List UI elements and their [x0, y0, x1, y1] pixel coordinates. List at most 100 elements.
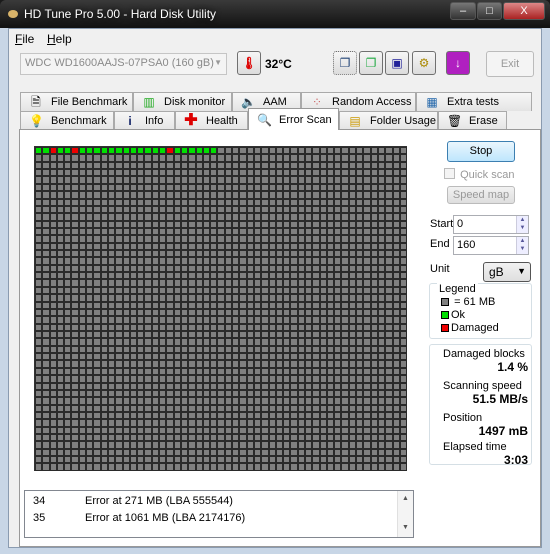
- block-unscanned: [326, 404, 335, 412]
- maximize-button[interactable]: □: [477, 2, 502, 20]
- tab-file-benchmark[interactable]: 🗎 File Benchmark: [20, 92, 133, 111]
- start-spinner[interactable]: ▲ ▼: [516, 216, 528, 233]
- block-unscanned: [268, 169, 276, 177]
- block-unscanned: [49, 345, 57, 354]
- copy-screenshot-button[interactable]: ❐: [359, 51, 383, 75]
- close-button[interactable]: X: [503, 2, 545, 20]
- block-unscanned: [42, 434, 50, 442]
- block-unscanned: [290, 183, 298, 192]
- block-unscanned: [232, 338, 240, 346]
- block-unscanned: [151, 183, 160, 192]
- block-unscanned: [326, 205, 335, 214]
- block-unscanned: [210, 169, 218, 177]
- options-icon: ⚙: [418, 56, 430, 70]
- block-unscanned: [210, 382, 218, 390]
- block-unscanned: [304, 330, 313, 339]
- block-unscanned: [239, 397, 247, 405]
- block-unscanned: [144, 353, 152, 361]
- copy-info-button[interactable]: ❐: [333, 51, 357, 75]
- block-unscanned: [268, 308, 276, 317]
- block-unscanned: [356, 375, 364, 383]
- block-unscanned: [122, 264, 130, 273]
- block-unscanned: [275, 191, 284, 199]
- block-unscanned: [100, 330, 108, 339]
- block-unscanned: [326, 389, 335, 398]
- scroll-up-icon[interactable]: ▲: [398, 495, 413, 502]
- block-unscanned: [370, 242, 378, 251]
- tab-extra-tests[interactable]: ▦ Extra tests: [416, 92, 532, 111]
- menu-help[interactable]: Help: [47, 32, 72, 46]
- block-unscanned: [224, 294, 233, 302]
- block-unscanned: [195, 345, 203, 354]
- block-unscanned: [122, 338, 130, 346]
- block-unscanned: [100, 389, 108, 398]
- block-unscanned: [275, 272, 284, 280]
- block-unscanned: [399, 316, 408, 324]
- save-button[interactable]: ▣: [385, 51, 409, 75]
- block-unscanned: [392, 242, 400, 251]
- block-unscanned: [253, 382, 262, 390]
- block-unscanned: [100, 205, 108, 214]
- block-unscanned: [224, 426, 233, 435]
- block-unscanned: [246, 161, 254, 170]
- block-unscanned: [210, 448, 218, 457]
- block-unscanned: [370, 205, 378, 214]
- block-unscanned: [210, 411, 218, 420]
- minimize-button[interactable]: ‒: [450, 2, 476, 20]
- block-unscanned: [71, 426, 79, 435]
- block-unscanned: [159, 176, 167, 184]
- block-unscanned: [377, 294, 386, 302]
- exit-button[interactable]: Exit: [486, 51, 534, 77]
- tab-error-scan[interactable]: 🔍 Error Scan: [248, 108, 339, 130]
- scroll-down-icon[interactable]: ▼: [398, 524, 413, 531]
- options-button[interactable]: ⚙: [412, 51, 436, 75]
- block-unscanned: [283, 448, 291, 457]
- tab-folder-usage[interactable]: ▤ Folder Usage: [339, 111, 438, 130]
- tab-info[interactable]: i Info: [114, 111, 175, 130]
- menu-file[interactable]: File: [15, 32, 34, 46]
- start-input[interactable]: 0 ▲ ▼: [453, 215, 529, 234]
- block-unscanned: [348, 242, 357, 251]
- tab-health[interactable]: ✚ Health: [175, 111, 248, 130]
- position-stat: Position 1497 mB: [443, 412, 528, 438]
- block-unscanned: [42, 250, 50, 258]
- block-unscanned: [56, 169, 65, 177]
- block-unscanned: [348, 176, 357, 184]
- block-unscanned: [232, 323, 240, 331]
- block-unscanned: [246, 411, 254, 420]
- block-unscanned: [246, 220, 254, 228]
- block-unscanned: [86, 257, 94, 265]
- block-unscanned: [297, 345, 305, 354]
- error-log: 34 Error at 271 MB (LBA 555544) 35 Error a…: [24, 490, 414, 538]
- block-unscanned: [56, 191, 65, 199]
- block-unscanned: [180, 434, 189, 442]
- end-input[interactable]: 160 ▲ ▼: [453, 236, 529, 255]
- block-unscanned: [356, 411, 364, 420]
- log-scrollbar[interactable]: ▲ ▼: [397, 491, 413, 537]
- block-unscanned: [319, 205, 327, 214]
- tab-disk-monitor[interactable]: ▥ Disk monitor: [133, 92, 232, 111]
- block-unscanned: [217, 169, 225, 177]
- block-unscanned: [166, 220, 174, 228]
- download-button[interactable]: ↓: [446, 51, 470, 75]
- end-spinner[interactable]: ▲ ▼: [516, 237, 528, 254]
- unit-select[interactable]: gB ▼: [483, 262, 531, 282]
- block-unscanned: [115, 294, 123, 302]
- block-unscanned: [122, 161, 130, 170]
- stop-button[interactable]: Stop: [447, 141, 515, 162]
- block-ok: [86, 147, 94, 155]
- speed-map-button[interactable]: Speed map: [447, 186, 515, 204]
- block-unscanned: [377, 176, 386, 184]
- temperature-button[interactable]: 🌡: [237, 51, 261, 75]
- drive-select[interactable]: WDC WD1600AAJS-07PSA0 (160 gB) ▼: [20, 53, 227, 75]
- block-unscanned: [399, 264, 408, 273]
- tab-benchmark[interactable]: 💡 Benchmark: [20, 111, 114, 130]
- tab-erase[interactable]: 🗑 Erase: [438, 111, 507, 130]
- block-unscanned: [78, 419, 87, 427]
- block-unscanned: [334, 308, 342, 317]
- block-unscanned: [188, 264, 196, 273]
- block-unscanned: [107, 419, 116, 427]
- quick-scan-checkbox[interactable]: Quick scan: [444, 168, 514, 181]
- block-unscanned: [348, 161, 357, 170]
- block-unscanned: [180, 456, 189, 464]
